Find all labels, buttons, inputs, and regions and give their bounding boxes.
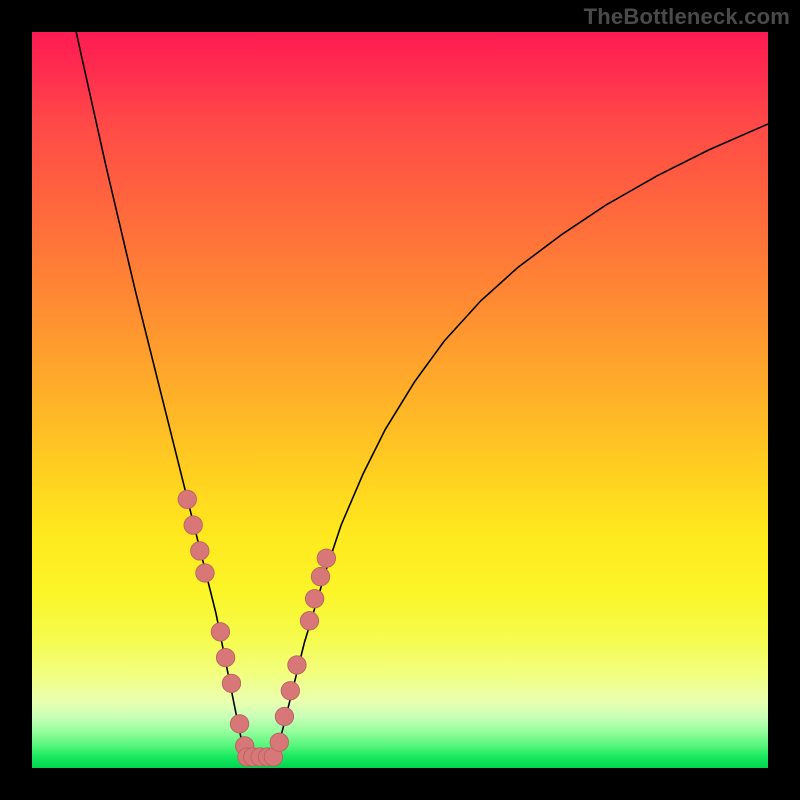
chart-svg xyxy=(32,32,768,768)
data-marker xyxy=(196,564,214,582)
curve-segment xyxy=(76,32,245,757)
marker-group xyxy=(178,490,336,766)
data-marker xyxy=(305,590,323,608)
data-marker xyxy=(311,567,329,585)
curve-group xyxy=(76,32,768,757)
data-marker xyxy=(281,682,299,700)
data-marker xyxy=(230,715,248,733)
data-marker xyxy=(184,516,202,534)
data-marker xyxy=(216,648,234,666)
data-marker xyxy=(211,623,229,641)
plot-area xyxy=(32,32,768,768)
data-marker xyxy=(300,612,318,630)
curve-segment xyxy=(275,124,768,757)
watermark-label: TheBottleneck.com xyxy=(584,4,790,30)
data-marker xyxy=(317,549,335,567)
chart-frame: TheBottleneck.com xyxy=(0,0,800,800)
data-marker xyxy=(222,674,240,692)
data-marker xyxy=(178,490,196,508)
data-marker xyxy=(270,733,288,751)
data-marker xyxy=(288,656,306,674)
data-marker xyxy=(275,707,293,725)
data-marker xyxy=(191,542,209,560)
